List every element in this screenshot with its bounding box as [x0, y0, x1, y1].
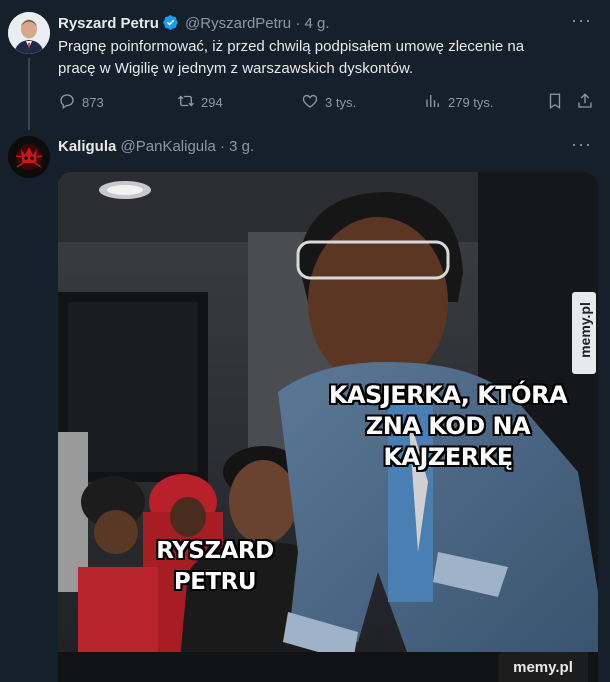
meme-caption-line: ZNA KOD NA KAJZERKĘ — [365, 412, 531, 471]
like-icon — [301, 92, 319, 113]
views-count: 279 tys. — [448, 95, 494, 110]
watermark-side: memy.pl — [572, 292, 596, 374]
retweet-button[interactable]: 294 — [177, 92, 223, 113]
views-button[interactable]: 279 tys. — [424, 92, 494, 113]
meme-caption-top: KASJERKA, KTÓRA ZNA KOD NA KAJZERKĘ — [298, 380, 598, 473]
tweet-actions: 873 294 3 tys. 279 tys. — [58, 92, 598, 112]
tweet-text: Pragnę poinformować, iż przed chwilą pod… — [58, 36, 578, 80]
reply-button[interactable]: 873 — [58, 92, 104, 113]
avatar[interactable] — [8, 12, 50, 54]
meme-image[interactable]: KASJERKA, KTÓRA ZNA KOD NA KAJZERKĘ RYSZ… — [58, 172, 598, 682]
timestamp[interactable]: · 4 g. — [295, 15, 329, 32]
reply-icon — [58, 92, 76, 113]
handle[interactable]: @RyszardPetru — [185, 15, 291, 32]
tweet-text-line: Pragnę poinformować, iż przed chwilą pod… — [58, 38, 525, 55]
bookmark-icon — [546, 92, 564, 113]
display-name[interactable]: Kaligula — [58, 138, 116, 155]
meme-caption-bottom: RYSZARD PETRU — [156, 538, 274, 595]
like-button[interactable]: 3 tys. — [301, 92, 356, 113]
tweet-text-line: pracę w Wigilię w jednym z warszawskich … — [58, 60, 414, 77]
bookmark-button[interactable] — [546, 92, 564, 113]
retweet-icon — [177, 92, 195, 113]
handle[interactable]: @PanKaligula — [121, 138, 216, 155]
meme-caption-line: KASJERKA, KTÓRA — [328, 381, 568, 409]
tweet-header: Ryszard Petru @RyszardPetru · 4 g. — [58, 14, 330, 35]
like-count: 3 tys. — [325, 95, 357, 110]
share-button[interactable] — [576, 92, 594, 113]
reply-count: 873 — [82, 95, 104, 110]
watermark-side-text: memy.pl — [577, 302, 593, 358]
watermark-bottom: memy.pl — [498, 652, 588, 682]
timestamp[interactable]: · 3 g. — [220, 138, 254, 155]
tweet-header: Kaligula @PanKaligula · 3 g. — [58, 138, 254, 155]
display-name[interactable]: Ryszard Petru — [58, 15, 159, 32]
share-icon — [576, 92, 594, 113]
verified-badge-icon — [162, 14, 179, 35]
thread-line — [28, 58, 30, 130]
avatar[interactable] — [8, 136, 50, 178]
more-icon[interactable]: ··· — [571, 134, 592, 155]
tweet-ryszard-petru[interactable]: Ryszard Petru @RyszardPetru · 4 g. ··· P… — [0, 0, 610, 130]
more-icon[interactable]: ··· — [571, 10, 592, 31]
views-icon — [424, 92, 442, 113]
retweet-count: 294 — [201, 95, 223, 110]
